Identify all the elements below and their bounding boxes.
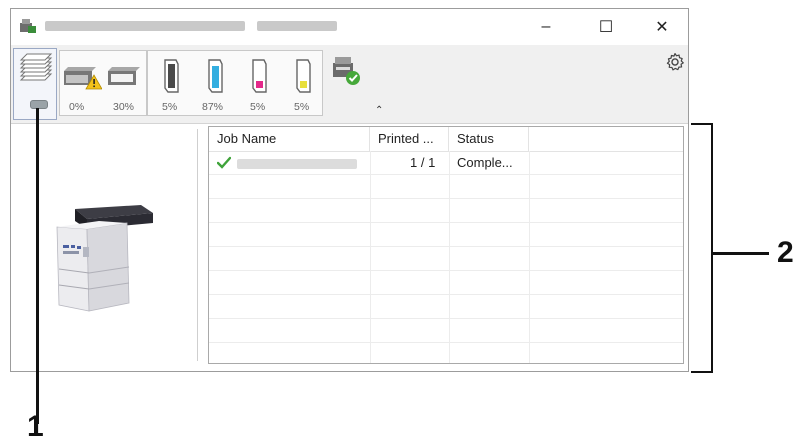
toner-yellow-icon xyxy=(296,59,311,93)
table-row xyxy=(209,295,683,319)
job-list-header: Job Name Printed ... Status xyxy=(209,127,683,152)
column-status[interactable]: Status xyxy=(449,127,529,151)
toner-magenta-icon xyxy=(252,59,267,93)
callout-1-label: 1 xyxy=(27,410,44,443)
status-indicator-led xyxy=(30,100,48,109)
table-row xyxy=(209,319,683,343)
column-job-name[interactable]: Job Name xyxy=(209,127,370,151)
tray2-level: 30% xyxy=(113,101,135,113)
close-button[interactable]: ✕ xyxy=(647,15,677,39)
table-row xyxy=(209,199,683,223)
toner-group: 5% 87% 5% 5% xyxy=(147,50,323,116)
table-row[interactable]: 1 / 1 Comple... xyxy=(209,151,683,175)
status-monitor-window: – ☐ ✕ 0% 30% 5% 87% 5% 5% ⌃ Job Name Pri… xyxy=(10,8,689,372)
callout-2-bracket xyxy=(691,123,713,373)
printer-app-icon xyxy=(20,19,36,33)
paper-tray-group: 0% 30% xyxy=(59,50,147,116)
toner-black-icon xyxy=(164,59,179,93)
paper-status-tab[interactable] xyxy=(13,48,57,120)
minimize-button[interactable]: – xyxy=(531,15,561,39)
table-row xyxy=(209,247,683,271)
callout-1-leader xyxy=(36,108,39,424)
table-row xyxy=(209,175,683,199)
table-row xyxy=(209,271,683,295)
paper-tray-icon xyxy=(108,67,140,85)
status-toolbar: 0% 30% 5% 87% 5% 5% ⌃ xyxy=(11,45,688,124)
paper-stack-icon xyxy=(19,53,53,81)
window-title-redacted xyxy=(45,21,245,31)
callout-2-label: 2 xyxy=(777,236,794,269)
title-bar: – ☐ ✕ xyxy=(11,9,688,45)
toner-magenta-level: 5% xyxy=(250,101,266,113)
job-status: Comple... xyxy=(457,155,513,170)
window-title-redacted-2 xyxy=(257,21,337,31)
tray1-level: 0% xyxy=(69,101,85,113)
toner-yellow-level: 5% xyxy=(294,101,310,113)
job-list[interactable]: Job Name Printed ... Status 1 / 1 Comple… xyxy=(208,126,684,364)
job-printed-count: 1 / 1 xyxy=(410,155,436,170)
tray-warning-icon xyxy=(64,67,102,90)
device-ok-icon xyxy=(333,57,360,85)
printer-illustration xyxy=(56,205,153,312)
toner-black-level: 5% xyxy=(162,101,178,113)
expand-icon[interactable]: ⌃ xyxy=(375,105,383,116)
table-row xyxy=(209,223,683,247)
callout-2-leader xyxy=(713,252,769,255)
gear-icon[interactable] xyxy=(664,51,686,73)
column-printed[interactable]: Printed ... xyxy=(370,127,449,151)
toner-cyan-level: 87% xyxy=(202,101,224,113)
checkmark-icon xyxy=(217,156,231,169)
panel-divider xyxy=(197,129,198,361)
toner-cyan-icon xyxy=(208,59,223,93)
job-name-redacted xyxy=(237,159,357,169)
maximize-button[interactable]: ☐ xyxy=(591,15,621,39)
printer-preview-panel xyxy=(11,124,201,371)
